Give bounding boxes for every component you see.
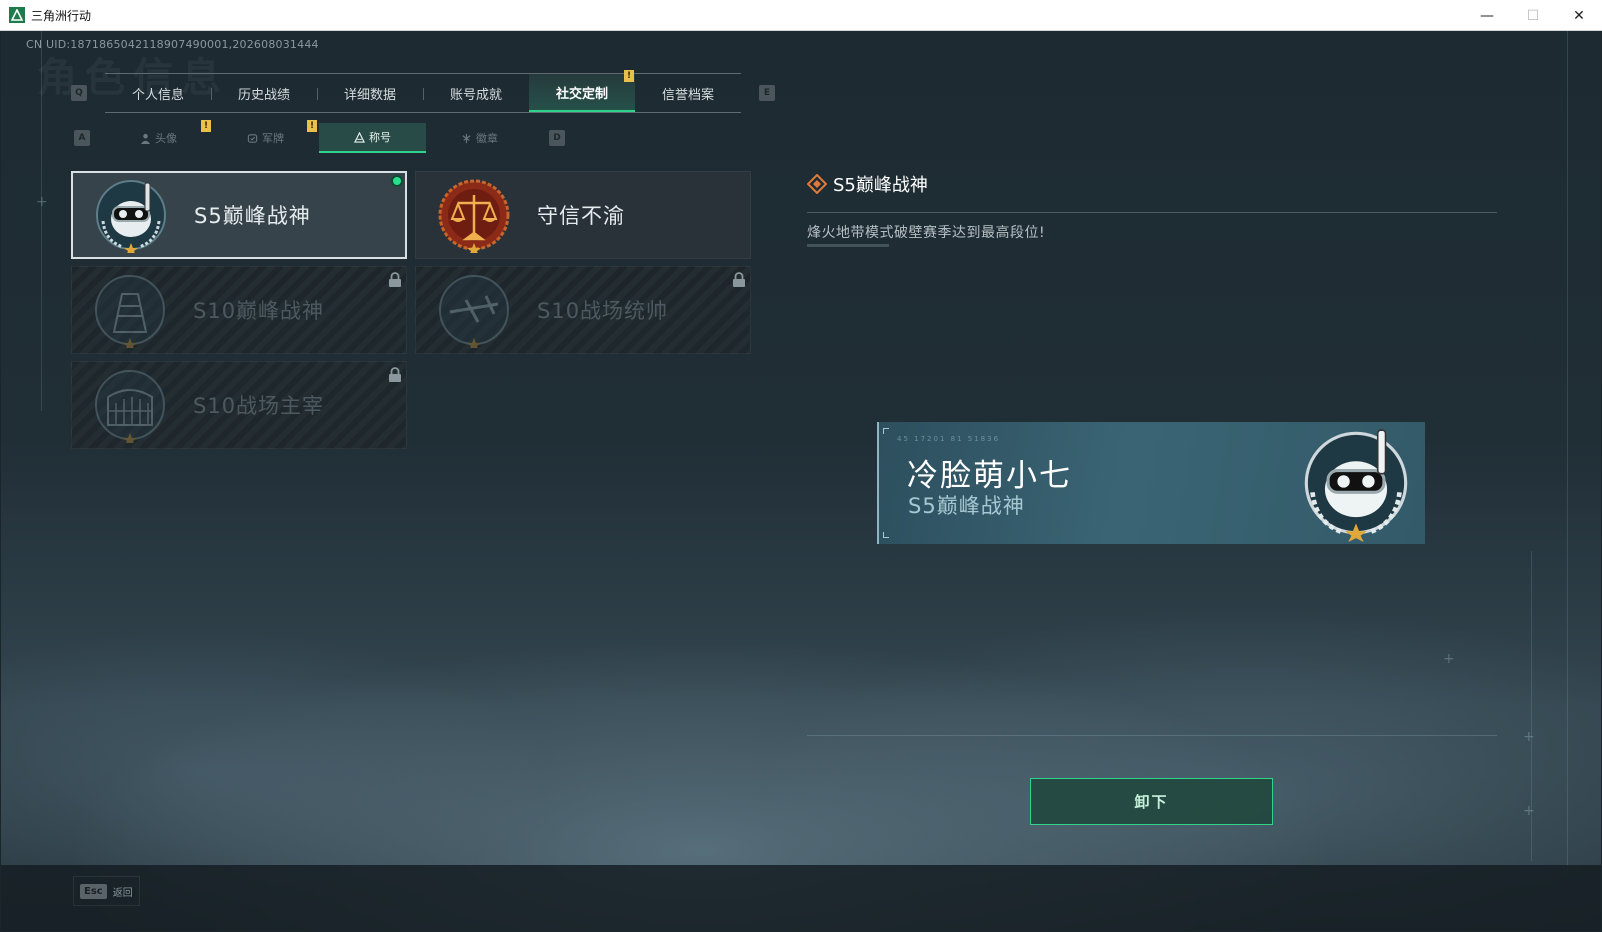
detail-divider bbox=[807, 212, 1497, 213]
main-tabs: Q 个人信息 历史战绩 详细数据 账号成就 社交定制 信誉档案 ! E bbox=[71, 70, 791, 115]
lock-icon bbox=[389, 367, 401, 382]
nameplate-preview: 45 17201 81 51836 冷脸萌小七 S5巅峰战神 bbox=[877, 422, 1425, 544]
title-card-label: S10战场统帅 bbox=[537, 299, 669, 323]
player-title: S5巅峰战神 bbox=[908, 494, 1025, 518]
detail-description: 烽火地带模式破壁赛季达到最高段位! bbox=[807, 225, 1046, 241]
subtab-label: 军牌 bbox=[262, 132, 284, 145]
aircraft-badge-icon bbox=[439, 275, 509, 348]
emblem-icon bbox=[462, 133, 471, 143]
player-name: 冷脸萌小七 bbox=[907, 458, 1072, 494]
back-button[interactable]: Esc 返回 bbox=[73, 876, 140, 906]
game-viewport: 角色信息 CN UID:1871865042118907490001,20260… bbox=[1, 31, 1601, 931]
title-card-s10-commander[interactable]: S10战场统帅 bbox=[415, 266, 751, 354]
description-underline bbox=[807, 244, 889, 247]
detail-title-text: S5巅峰战神 bbox=[833, 175, 928, 196]
maximize-button[interactable]: ☐ bbox=[1510, 0, 1556, 31]
title-card-label: S10巅峰战神 bbox=[193, 299, 325, 323]
app-logo-icon bbox=[9, 7, 25, 23]
corner-mark bbox=[883, 532, 889, 538]
next-subtab-key[interactable]: D bbox=[549, 130, 565, 146]
preview-deco-text: 45 17201 81 51836 bbox=[897, 435, 1001, 443]
window-titlebar: 三角洲行动 — ☐ ✕ bbox=[0, 0, 1602, 31]
tab-credit-record[interactable]: 信誉档案 bbox=[635, 74, 741, 112]
title-card-s10-peak[interactable]: S10巅峰战神 bbox=[71, 266, 407, 354]
title-card-label: 守信不渝 bbox=[537, 204, 625, 228]
dogtag-icon bbox=[247, 133, 258, 143]
title-card-label: S5巅峰战神 bbox=[194, 204, 311, 228]
next-tab-key[interactable]: E bbox=[759, 85, 775, 101]
tab-achievements[interactable]: 账号成就 bbox=[423, 74, 529, 112]
hud-crosshair-icon: + bbox=[1443, 651, 1455, 667]
subtab-notice-badge: ! bbox=[307, 120, 317, 132]
title-card-trustworthy[interactable]: 守信不渝 bbox=[415, 171, 751, 259]
tab-personal-info[interactable]: 个人信息 bbox=[105, 74, 211, 112]
window-title: 三角洲行动 bbox=[31, 8, 92, 23]
tab-match-history[interactable]: 历史战绩 bbox=[211, 74, 317, 112]
title-card-s5-peak[interactable]: S5巅峰战神 bbox=[71, 171, 407, 259]
subtab-dogtag[interactable]: 军牌 bbox=[212, 123, 319, 153]
subtab-avatar[interactable]: 头像 bbox=[105, 123, 212, 153]
diver-skull-badge-icon bbox=[1304, 429, 1408, 542]
corner-mark bbox=[883, 428, 889, 434]
subtab-label: 称号 bbox=[369, 131, 391, 144]
tab-detailed-data[interactable]: 详细数据 bbox=[317, 74, 423, 112]
person-icon bbox=[140, 133, 151, 144]
title-card-s10-dominator[interactable]: S10战场主宰 bbox=[71, 361, 407, 449]
equipped-indicator-icon bbox=[391, 175, 403, 187]
esc-key: Esc bbox=[80, 883, 107, 899]
scales-badge-icon bbox=[438, 179, 510, 253]
tower-badge-icon bbox=[95, 275, 165, 348]
bottom-bar: Esc 返回 bbox=[1, 865, 1601, 931]
lock-icon bbox=[733, 272, 745, 287]
hud-line bbox=[1567, 31, 1568, 871]
hud-crosshair-icon: + bbox=[1523, 729, 1535, 745]
title-icon bbox=[354, 131, 365, 143]
hud-crosshair-icon: + bbox=[1523, 803, 1535, 819]
diamond-icon bbox=[807, 174, 827, 194]
subtab-notice-badge: ! bbox=[201, 120, 211, 132]
detail-title: S5巅峰战神 bbox=[807, 171, 928, 197]
tab-social-custom[interactable]: 社交定制 bbox=[529, 74, 635, 112]
diver-skull-badge-icon bbox=[96, 180, 166, 253]
title-card-label: S10战场主宰 bbox=[193, 394, 325, 418]
prev-tab-key[interactable]: Q bbox=[71, 85, 87, 101]
subtab-label: 头像 bbox=[155, 132, 177, 145]
tab-notice-badge: ! bbox=[624, 70, 634, 82]
unequip-button[interactable]: 卸下 bbox=[1030, 778, 1273, 825]
uid-label: CN UID:1871865042118907490001,2026080314… bbox=[26, 38, 319, 51]
close-button[interactable]: ✕ bbox=[1556, 0, 1602, 31]
hud-crosshair-icon: + bbox=[36, 194, 48, 210]
subtab-label: 徽章 bbox=[476, 132, 498, 145]
minimize-button[interactable]: — bbox=[1464, 0, 1510, 31]
back-label: 返回 bbox=[112, 887, 133, 899]
prev-subtab-key[interactable]: A bbox=[74, 130, 90, 146]
colosseum-badge-icon bbox=[95, 370, 165, 443]
sub-tabs: A 头像 军牌 称号 徽章 ! ! D bbox=[71, 120, 591, 155]
lock-icon bbox=[389, 272, 401, 287]
hud-line bbox=[41, 31, 42, 411]
subtab-title[interactable]: 称号 bbox=[319, 123, 426, 153]
subtab-emblem[interactable]: 徽章 bbox=[426, 123, 533, 153]
panel-bottom-divider bbox=[807, 735, 1497, 736]
